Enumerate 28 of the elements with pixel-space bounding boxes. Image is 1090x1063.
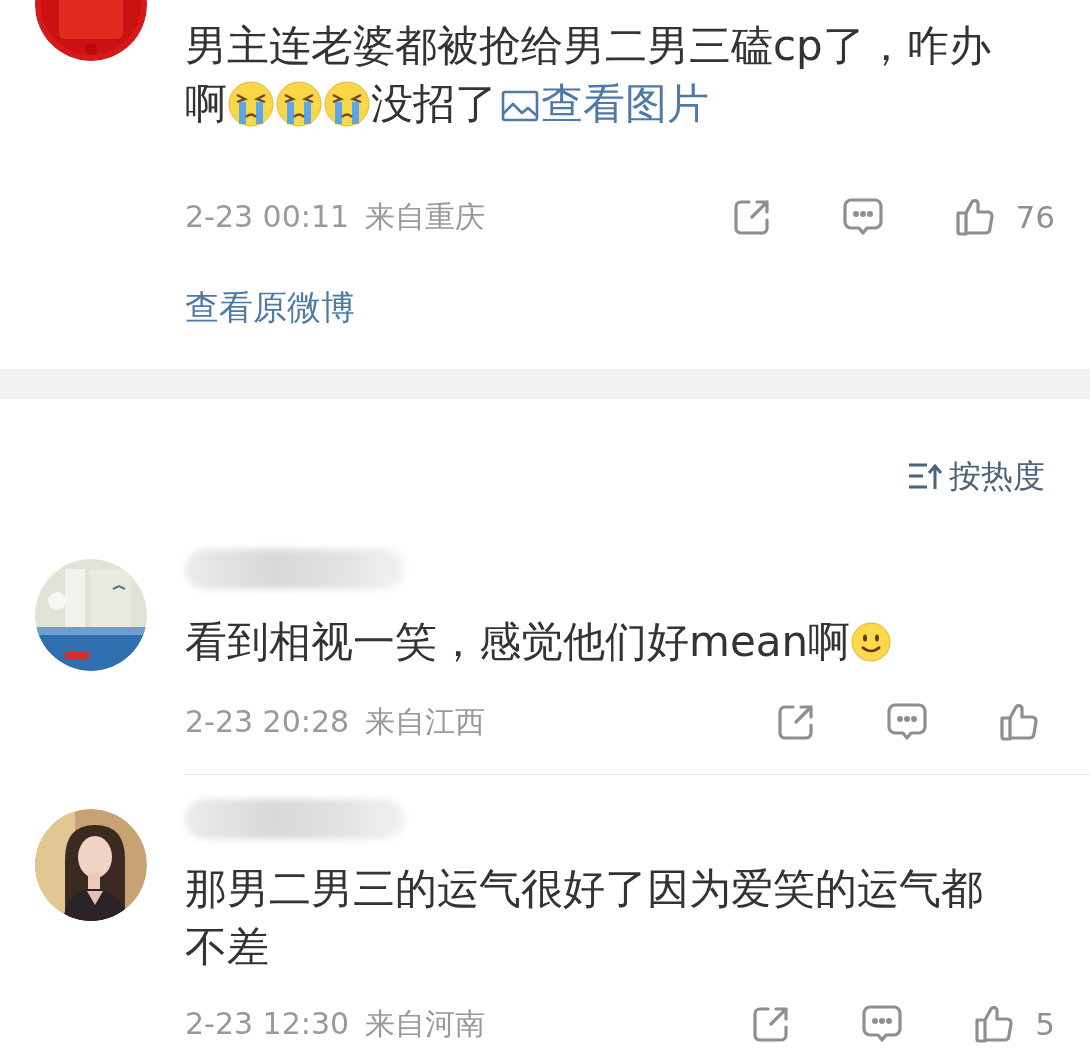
- thumbs-up-icon[interactable]: [953, 196, 996, 238]
- sort-icon: [907, 461, 943, 491]
- share-icon[interactable]: [776, 702, 816, 742]
- like-count: 76: [1015, 198, 1055, 237]
- comment-location: 来自重庆: [365, 198, 486, 236]
- thumbs-up-icon[interactable]: [973, 1003, 1016, 1045]
- comment-text: 男主连老婆都被抢给男二男三磕cp了，咋办啊 没招了 查看图片: [185, 20, 992, 130]
- smiling-face-icon: [850, 621, 893, 663]
- crying-face-icon: [275, 80, 323, 128]
- crying-face-icon: [227, 80, 275, 128]
- comment-time: 2-23 20:28: [185, 703, 350, 741]
- view-original-post-link[interactable]: 查看原微博: [185, 285, 355, 329]
- thumbs-up-icon[interactable]: [998, 701, 1040, 743]
- share-icon[interactable]: [731, 197, 772, 237]
- comment-time: 2-23 12:30: [185, 1005, 350, 1043]
- image-icon: [501, 90, 539, 122]
- comment-location: 来自江西: [365, 703, 486, 741]
- like-count: 5: [1035, 1005, 1055, 1044]
- comment-icon[interactable]: [841, 196, 884, 238]
- crying-face-icon: [323, 80, 371, 128]
- comment-location: 来自河南: [365, 1005, 486, 1043]
- comment-icon[interactable]: [861, 1003, 904, 1045]
- sort-by-popularity-button[interactable]: 按热度: [907, 456, 1045, 496]
- comment-icon[interactable]: [886, 701, 928, 743]
- comment-text: 看到相视一笑，感觉他们好mean啊: [185, 613, 1005, 671]
- view-image-link[interactable]: 查看图片: [497, 79, 709, 128]
- comment-time: 2-23 00:11: [185, 198, 350, 236]
- comment-text: 那男二男三的运气很好了因为爱笑的运气都不差: [185, 863, 984, 973]
